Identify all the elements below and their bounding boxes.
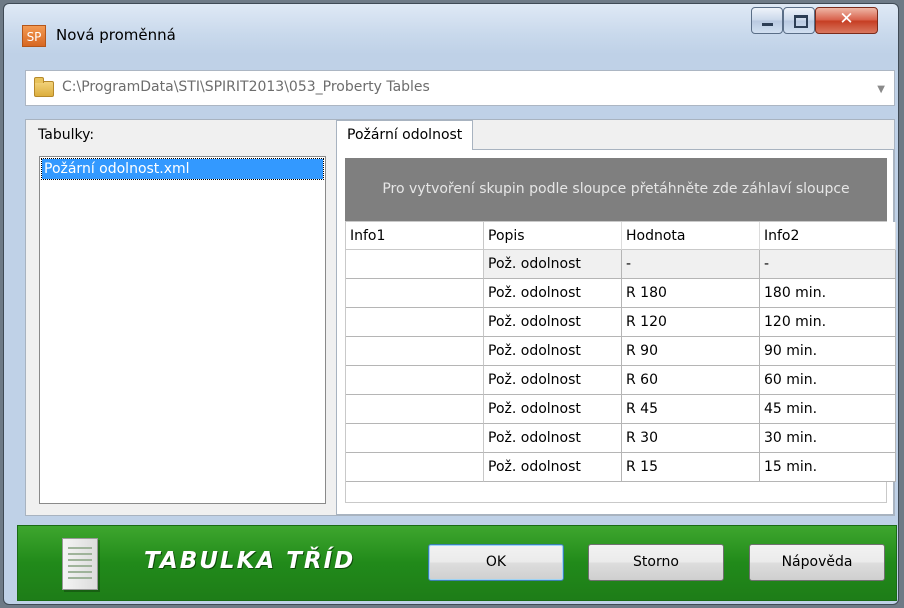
title-bar[interactable]: SP Nová proměnná ✕ [4, 4, 898, 50]
list-item[interactable]: Požární odolnost.xml [41, 158, 324, 180]
table-cell[interactable] [346, 395, 484, 424]
table-cell[interactable]: 45 min. [760, 395, 896, 424]
table-cell[interactable]: - [760, 250, 896, 279]
table-cell[interactable]: 60 min. [760, 366, 896, 395]
folder-path-text: C:\ProgramData\STI\SPIRIT2013\053_Prober… [62, 79, 430, 95]
folder-icon [34, 77, 54, 97]
table-cell[interactable]: 90 min. [760, 337, 896, 366]
table-cell[interactable]: 180 min. [760, 279, 896, 308]
document-icon [62, 538, 98, 590]
table-cell[interactable]: Pož. odolnost [484, 279, 622, 308]
column-header-info1[interactable]: Info1 [346, 222, 484, 250]
table-cell[interactable]: Pož. odolnost [484, 337, 622, 366]
column-header-hodnota[interactable]: Hodnota [622, 222, 760, 250]
table-cell[interactable]: 120 min. [760, 308, 896, 337]
folder-path-combobox[interactable]: C:\ProgramData\STI\SPIRIT2013\053_Prober… [25, 70, 895, 106]
chevron-down-icon[interactable]: ▼ [877, 84, 885, 95]
table-cell[interactable]: Pož. odolnost [484, 453, 622, 482]
table-cell[interactable] [346, 308, 484, 337]
minimize-button[interactable] [751, 7, 783, 34]
table-cell[interactable]: 30 min. [760, 424, 896, 453]
table-cell[interactable] [346, 366, 484, 395]
table-cell[interactable] [346, 279, 484, 308]
table-cell[interactable] [346, 250, 484, 279]
data-grid: Info1 Popis Hodnota Info2 Pož. odolnost … [345, 221, 896, 503]
table-cell[interactable]: 15 min. [760, 453, 896, 482]
footer-bar: TABULKA TŘÍD OK Storno Nápověda [17, 525, 897, 601]
column-header-popis[interactable]: Popis [484, 222, 622, 250]
content-panel: Tabulky: Požární odolnost.xml Požární od… [25, 119, 896, 516]
table-cell[interactable]: R 90 [622, 337, 760, 366]
table-cell[interactable]: Pož. odolnost [484, 424, 622, 453]
tab-content: Pro vytvoření skupin podle sloupce přetá… [336, 149, 896, 515]
footer-title: TABULKA TŘÍD [144, 548, 356, 574]
window-title: Nová proměnná [56, 26, 176, 44]
tables-label: Tabulky: [38, 127, 95, 143]
table-cell[interactable]: R 180 [622, 279, 760, 308]
table-cell[interactable]: R 30 [622, 424, 760, 453]
help-button[interactable]: Nápověda [749, 544, 885, 581]
table-cell[interactable]: R 120 [622, 308, 760, 337]
table-cell[interactable]: R 15 [622, 453, 760, 482]
table-cell[interactable]: - [622, 250, 760, 279]
table-cell[interactable]: R 45 [622, 395, 760, 424]
app-logo-icon: SP [22, 25, 46, 47]
table-cell[interactable]: Pož. odolnost [484, 366, 622, 395]
group-by-hint[interactable]: Pro vytvoření skupin podle sloupce přetá… [345, 158, 887, 221]
maximize-button[interactable] [783, 7, 815, 34]
table-cell[interactable]: Pož. odolnost [484, 308, 622, 337]
table-cell[interactable]: R 60 [622, 366, 760, 395]
close-button[interactable]: ✕ [815, 7, 878, 34]
column-header-info2[interactable]: Info2 [760, 222, 896, 250]
table-cell[interactable]: Pož. odolnost [484, 395, 622, 424]
minimize-icon [762, 23, 773, 26]
tab-fire-resistance[interactable]: Požární odolnost [336, 120, 474, 150]
table-cell[interactable] [346, 453, 484, 482]
maximize-icon [794, 15, 808, 28]
tables-listbox[interactable]: Požární odolnost.xml [39, 156, 326, 504]
table-cell[interactable] [346, 424, 484, 453]
ok-button[interactable]: OK [428, 544, 564, 581]
dialog-window: SP Nová proměnná ✕ C:\ProgramData\STI\SP… [3, 3, 899, 605]
table-cell[interactable]: Pož. odolnost [484, 250, 622, 279]
cancel-button[interactable]: Storno [588, 544, 724, 581]
grid-header-row: Info1 Popis Hodnota Info2 [346, 222, 896, 250]
close-icon: ✕ [839, 9, 854, 29]
table-cell[interactable] [346, 337, 484, 366]
